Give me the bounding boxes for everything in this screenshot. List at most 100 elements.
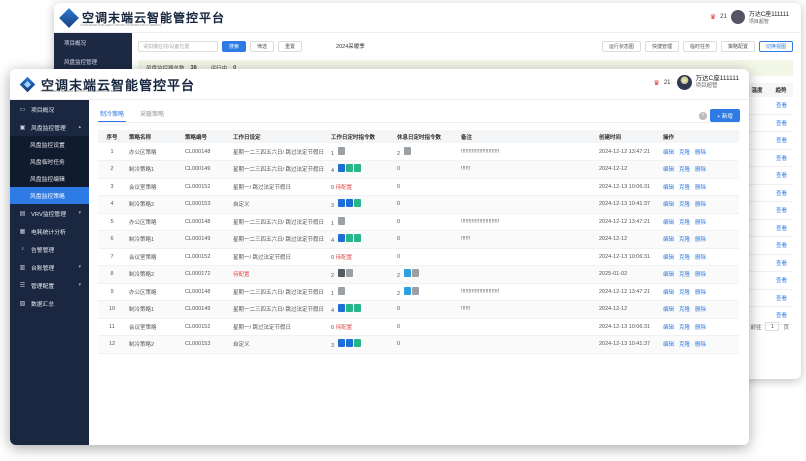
edit-link[interactable]: 编辑 [663, 325, 674, 331]
back-page-unit: 页 [783, 324, 789, 331]
summary-icon: ▨ [19, 300, 26, 307]
delete-link[interactable]: 删除 [695, 325, 706, 331]
back-view-link[interactable]: 查看 [745, 167, 793, 185]
tab-heating[interactable]: 采暖策略 [138, 106, 166, 122]
alert-icon[interactable]: ♛ [654, 79, 660, 87]
delete-link[interactable]: 删除 [695, 185, 706, 191]
alert-count: 21 [663, 79, 671, 86]
back-logo-icon [59, 7, 79, 28]
edit-link[interactable]: 编辑 [663, 220, 674, 226]
strategy-code: CL000149 [182, 160, 230, 179]
tab-cooling[interactable]: 制冷策略 [98, 106, 127, 122]
row-number: 11 [98, 318, 126, 336]
back-view-link[interactable]: 查看 [745, 290, 793, 307]
sidebar-item-summary[interactable]: ▨ 数据汇总 [10, 294, 89, 312]
back-view-link[interactable]: 查看 [745, 150, 793, 167]
sidebar-item-overview[interactable]: ▭ 项目概况 [10, 100, 89, 118]
sidebar-item-ledger[interactable]: ▥ 台账管理 ▾ [10, 258, 89, 276]
delete-link[interactable]: 删除 [695, 237, 706, 243]
command-chip [346, 269, 354, 278]
back-search-input[interactable]: 请扣播在线/设备位置 [138, 40, 218, 52]
back-view-link[interactable]: 查看 [745, 115, 793, 132]
sidebar-subitem-settings[interactable]: 风盘监控设置 [10, 136, 89, 153]
back-view-link[interactable]: 查看 [745, 202, 793, 220]
command-chip [346, 164, 354, 173]
clone-link[interactable]: 克隆 [679, 255, 690, 261]
back-reset-button[interactable]: 重置 [278, 40, 303, 52]
sidebar-item-vrv[interactable]: ▤ VRV监控管理 ▾ [10, 204, 89, 222]
logo-icon [20, 77, 35, 92]
back-filter-button[interactable]: 筛选 [250, 40, 275, 52]
back-view-link[interactable]: 查看 [745, 220, 793, 237]
chevron-down-icon: ▾ [78, 210, 81, 216]
delete-link[interactable]: 删除 [695, 342, 706, 348]
edit-link[interactable]: 编辑 [663, 167, 674, 173]
avatar[interactable] [676, 75, 692, 90]
delete-link[interactable]: 删除 [695, 290, 706, 296]
edit-link[interactable]: 编辑 [663, 307, 674, 313]
user-block[interactable]: ♛ 21 万达C座111111 项目超管 [654, 75, 739, 90]
command-chip [354, 199, 362, 208]
strategy-name: 会议室策略 [126, 318, 182, 336]
sidebar-item-config[interactable]: ☰ 管理配置 ▾ [10, 276, 89, 294]
back-page-input[interactable]: 1 [765, 322, 780, 331]
column-header: 工作日定时指令数 [328, 130, 394, 143]
back-sidebar-item[interactable]: 项目概况 [54, 33, 132, 52]
back-view-link[interactable]: 查看 [745, 272, 793, 290]
edit-link[interactable]: 编辑 [663, 255, 674, 261]
back-strategy-config-button[interactable]: 策略配置 [720, 40, 755, 52]
help-icon[interactable]: ? [699, 112, 707, 120]
clone-link[interactable]: 克隆 [679, 150, 690, 156]
edit-link[interactable]: 编辑 [663, 237, 674, 243]
user-name: 万达C座111111 [695, 75, 739, 82]
edit-link[interactable]: 编辑 [663, 272, 674, 278]
clone-link[interactable]: 克隆 [679, 272, 690, 278]
sidebar-item-fan-coil[interactable]: ▣ 风盘监控管理 ▴ [10, 118, 89, 136]
back-avatar[interactable] [730, 10, 745, 24]
sidebar-subitem-temp-task[interactable]: 风盘临时任务 [10, 153, 89, 170]
back-search-button[interactable]: 搜索 [222, 40, 247, 52]
back-run-status-button[interactable]: 运行状态图 [601, 40, 641, 52]
back-view-link[interactable]: 查看 [745, 185, 793, 202]
delete-link[interactable]: 删除 [695, 202, 706, 208]
edit-link[interactable]: 编辑 [663, 342, 674, 348]
back-user-block[interactable]: ♛ 21 万达C座111111 项目超管 [710, 9, 789, 25]
back-view-link[interactable]: 查看 [745, 237, 793, 255]
workday-count: 3 [331, 343, 335, 350]
back-temp-task-button[interactable]: 临时任务 [682, 40, 717, 52]
add-strategy-button[interactable]: + 新增 [710, 109, 740, 122]
back-alert-icon[interactable]: ♛ [710, 13, 716, 21]
workday-commands: 0 待配置 [328, 248, 394, 266]
clone-link[interactable]: 克隆 [679, 342, 690, 348]
back-view-link[interactable]: 查看 [745, 255, 793, 272]
delete-link[interactable]: 删除 [695, 255, 706, 261]
clone-link[interactable]: 克隆 [679, 290, 690, 296]
command-chip [404, 286, 412, 295]
clone-link[interactable]: 克隆 [679, 307, 690, 313]
edit-link[interactable]: 编辑 [663, 202, 674, 208]
clone-link[interactable]: 克隆 [679, 185, 690, 191]
delete-link[interactable]: 删除 [695, 167, 706, 173]
back-view-link[interactable]: 查看 [745, 132, 793, 150]
sidebar-item-alarm[interactable]: ♪ 告警管理 [10, 240, 89, 258]
edit-link[interactable]: 编辑 [663, 185, 674, 191]
clone-link[interactable]: 克隆 [679, 167, 690, 173]
back-quick-manage-button[interactable]: 快捷管理 [644, 40, 679, 52]
clone-link[interactable]: 克隆 [679, 220, 690, 226]
sidebar-subitem-strategy[interactable]: 风盘监控策略 [10, 187, 89, 204]
delete-link[interactable]: 删除 [695, 307, 706, 313]
delete-link[interactable]: 删除 [695, 272, 706, 278]
command-chip [338, 216, 346, 225]
sidebar-subitem-edit[interactable]: 风盘监控编辑 [10, 170, 89, 187]
back-view-link[interactable]: 查看 [745, 97, 793, 115]
back-switch-view-button[interactable]: 切换视图 [758, 40, 793, 52]
clone-link[interactable]: 克隆 [679, 237, 690, 243]
delete-link[interactable]: 删除 [695, 220, 706, 226]
clone-link[interactable]: 克隆 [679, 202, 690, 208]
edit-link[interactable]: 编辑 [663, 290, 674, 296]
strategy-name: 办公区策略 [126, 143, 182, 161]
delete-link[interactable]: 删除 [695, 150, 706, 156]
sidebar-item-energy[interactable]: ▦ 电耗统计分析 [10, 222, 89, 240]
clone-link[interactable]: 克隆 [679, 325, 690, 331]
edit-link[interactable]: 编辑 [663, 150, 674, 156]
